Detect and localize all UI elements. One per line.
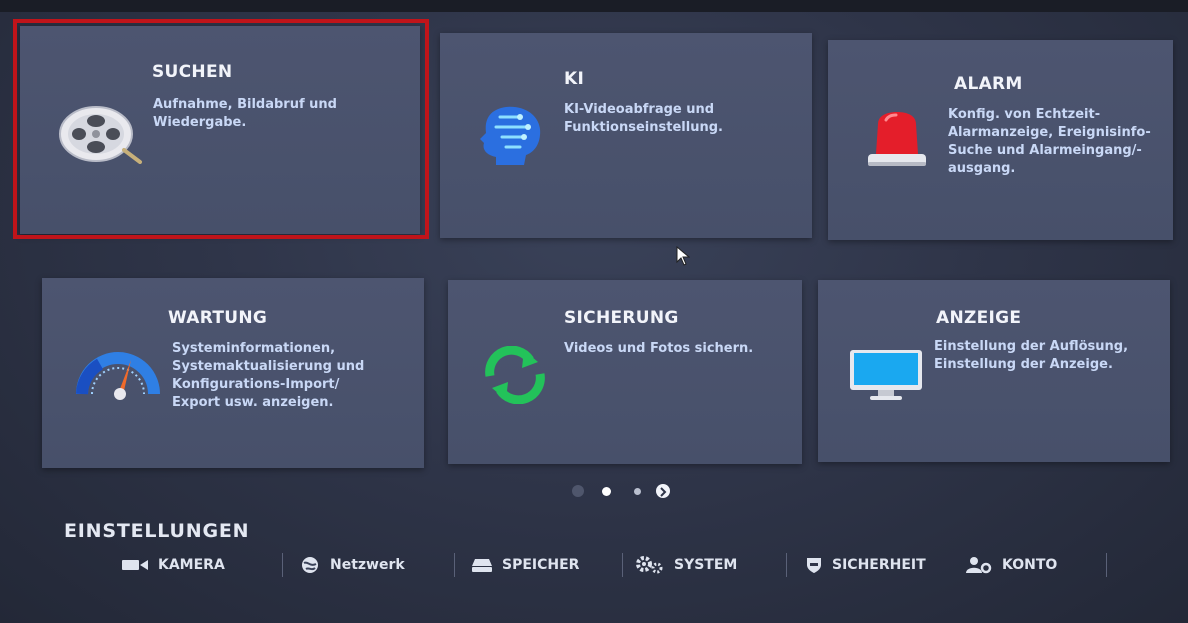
tile-anzeige[interactable]: ANZEIGE Einstellung der Auflösung, Einst… — [818, 280, 1170, 462]
tile-sicherung[interactable]: SICHERUNG Videos und Fotos sichern. — [448, 280, 802, 464]
divider — [1106, 553, 1107, 577]
divider — [786, 553, 787, 577]
settings-item-label: Netzwerk — [330, 557, 405, 573]
page-dot[interactable] — [634, 488, 641, 495]
ai-head-icon — [476, 103, 546, 171]
tile-title: SICHERUNG — [564, 308, 679, 328]
mouse-cursor-icon — [676, 245, 691, 270]
storage-drive-icon — [472, 559, 492, 572]
settings-item-label: KAMERA — [158, 557, 225, 573]
user-account-icon — [966, 557, 992, 574]
page-next-button[interactable] — [656, 484, 670, 498]
settings-item-label: SPEICHER — [502, 557, 580, 573]
shield-icon — [807, 558, 821, 573]
tile-description: Einstellung der Auflösung, Einstellung d… — [934, 339, 1129, 372]
settings-item-konto[interactable]: KONTO — [966, 553, 1057, 577]
tile-description: KI-Videoabfrage und Funktionseinstellung… — [564, 102, 723, 135]
settings-title: EINSTELLUNGEN — [64, 520, 250, 542]
divider — [454, 553, 455, 577]
tile-description: Systeminformationen, Systemaktualisierun… — [172, 341, 365, 410]
tile-wartung[interactable]: WARTUNG Systeminformationen, Systemaktua… — [42, 278, 424, 468]
network-globe-icon — [302, 557, 318, 573]
monitor-icon — [848, 346, 924, 406]
sync-icon — [480, 345, 550, 408]
tile-alarm[interactable]: ALARM Konfig. von Echtzeit- Alarmanzeige… — [828, 40, 1173, 240]
siren-icon — [864, 110, 930, 174]
settings-item-label: SICHERHEIT — [832, 557, 926, 573]
main-menu-screen: SUCHEN Aufnahme, Bildabruf und Wiedergab… — [0, 0, 1188, 623]
tile-ki[interactable]: KI KI-Videoabfrage und Funktionseinstell… — [440, 33, 812, 238]
divider — [282, 553, 283, 577]
settings-item-sicherheit[interactable]: SICHERHEIT — [806, 553, 926, 577]
tile-title: KI — [564, 69, 585, 89]
page-indicator — [572, 483, 682, 498]
tile-description: Videos und Fotos sichern. — [564, 341, 754, 356]
settings-item-kamera[interactable]: KAMERA — [122, 553, 225, 577]
selection-highlight — [13, 19, 429, 239]
gauge-icon — [76, 348, 160, 404]
settings-item-speicher[interactable]: SPEICHER — [472, 553, 579, 577]
page-dot[interactable] — [602, 487, 611, 496]
top-bar — [0, 0, 1188, 12]
settings-item-system[interactable]: SYSTEM — [636, 553, 737, 577]
tile-title: WARTUNG — [168, 308, 268, 328]
settings-item-netzwerk[interactable]: Netzwerk — [300, 553, 405, 577]
divider — [622, 553, 623, 577]
chevron-right-icon — [660, 487, 667, 497]
tile-title: ANZEIGE — [936, 308, 1022, 328]
tile-description: Konfig. von Echtzeit- Alarmanzeige, Erei… — [948, 107, 1151, 176]
tile-title: ALARM — [954, 74, 1023, 94]
page-prev-button[interactable] — [572, 485, 584, 497]
settings-item-label: SYSTEM — [674, 557, 738, 573]
camera-icon — [122, 560, 148, 570]
gears-icon — [636, 556, 663, 574]
settings-item-label: KONTO — [1002, 557, 1058, 573]
